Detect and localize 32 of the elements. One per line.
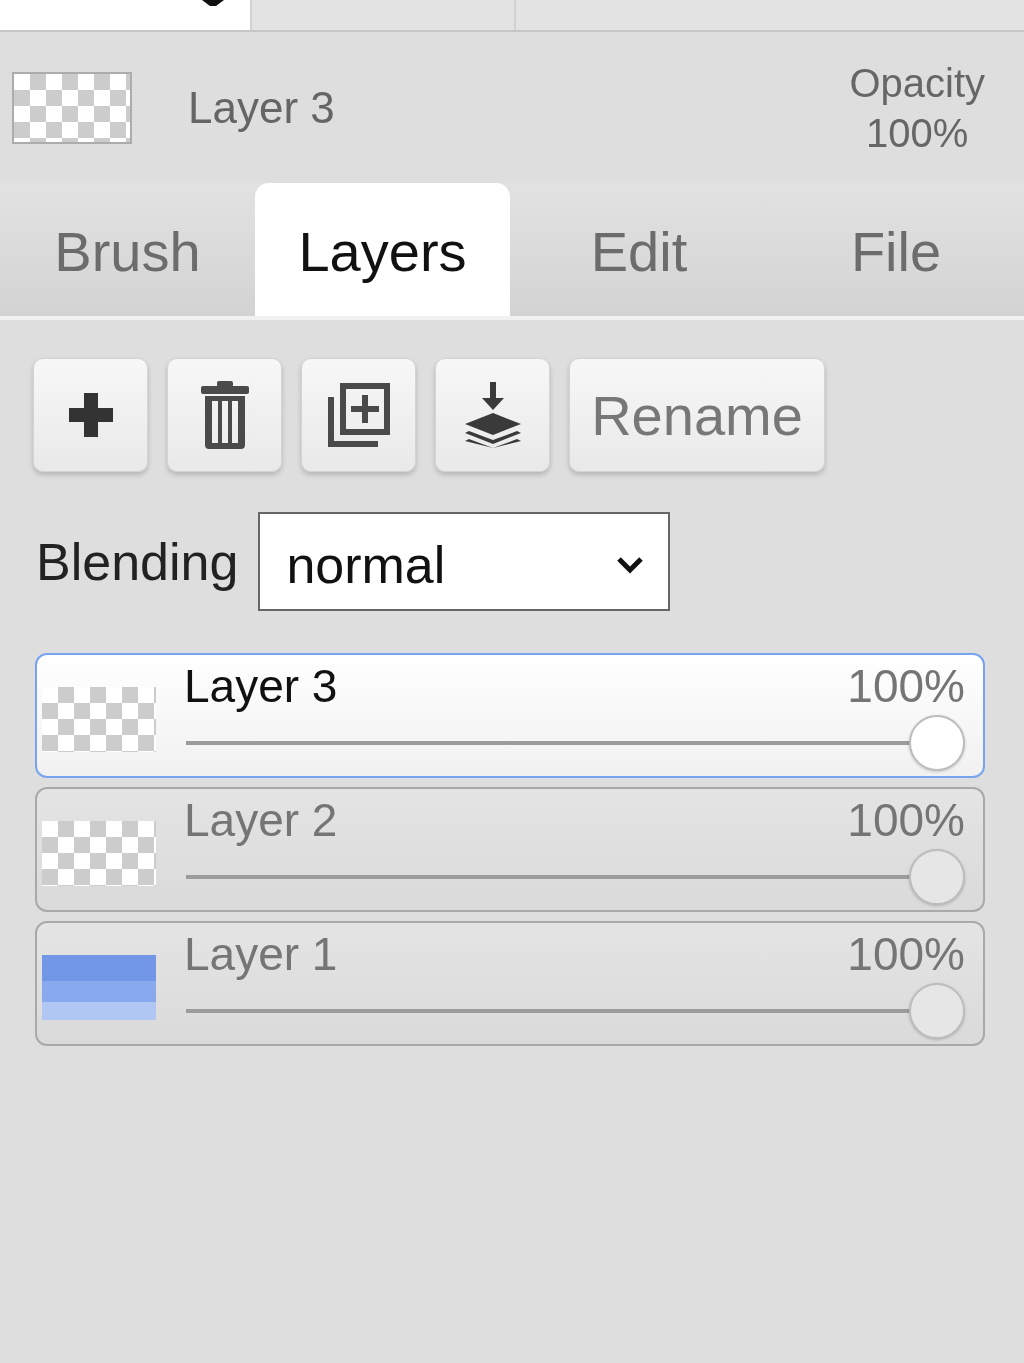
tab[interactable]: Brush [0,183,255,316]
rename-button[interactable]: Rename [569,358,825,472]
layer-row[interactable]: Layer 2 100% [35,787,985,912]
layer-opacity: 100% [847,661,965,711]
slider-thumb[interactable] [909,715,965,771]
layer-row[interactable]: Layer 1 100% [35,921,985,1046]
merge-down-button[interactable] [435,358,550,472]
layer-row[interactable]: Layer 3 100% [35,653,985,778]
duplicate-icon [327,383,390,447]
add-layer-button[interactable] [33,358,148,472]
layer-name: Layer 2 [184,795,338,845]
plus-icon [66,391,115,439]
layer-name: Layer 3 [188,82,335,133]
caret-icon [202,0,224,6]
tab[interactable]: Edit [510,183,768,316]
opacity-value: 100% [866,109,969,157]
layer-opacity: 100% [847,795,965,845]
tab[interactable]: Layers [255,183,510,316]
layer-name: Layer 1 [184,929,338,979]
layer-name: Layer 3 [184,661,338,711]
delete-layer-button[interactable] [167,358,282,472]
blending-select[interactable]: normal [258,512,671,611]
dropdown-field[interactable] [0,0,250,30]
opacity-label: Opacity [849,59,985,107]
duplicate-layer-button[interactable] [301,358,416,472]
slider-thumb[interactable] [909,983,965,1039]
slider-thumb[interactable] [909,849,965,905]
blending-label: Blending [36,531,239,592]
trash-icon [199,381,250,449]
tab[interactable]: File [768,183,1024,316]
layer-opacity: 100% [847,929,965,979]
chevron-down-icon [616,555,645,574]
